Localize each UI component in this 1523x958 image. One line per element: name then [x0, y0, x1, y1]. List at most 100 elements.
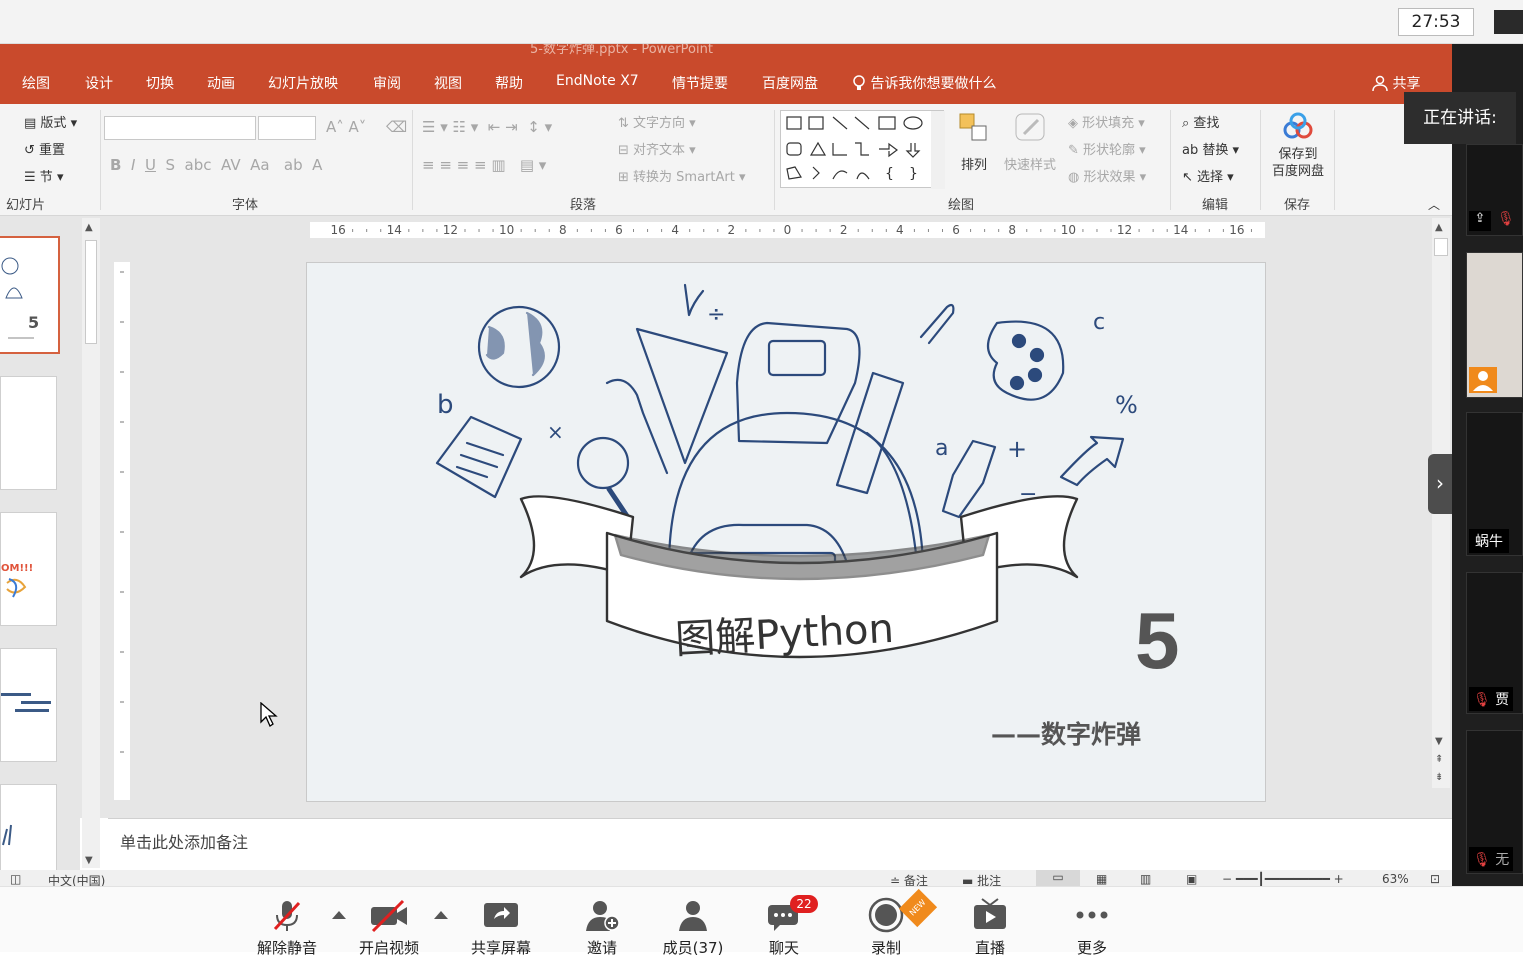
clear-format-icon[interactable]: ⌫ — [386, 118, 407, 136]
slide-thumbnail[interactable] — [0, 376, 57, 490]
tab-transitions[interactable]: 切换 — [146, 73, 174, 93]
smartart-button[interactable]: ⊞ 转换为 SmartArt ▾ — [618, 166, 746, 185]
slide-thumbnail[interactable] — [0, 784, 57, 874]
tab-draw[interactable]: 绘图 — [22, 73, 50, 93]
tell-me-box[interactable]: 告诉我你想要做什么 — [852, 73, 996, 93]
zoom-level[interactable]: 63% — [1382, 872, 1409, 886]
tab-baidu[interactable]: 百度网盘 — [762, 73, 818, 93]
share-label: 共享 — [1392, 76, 1421, 92]
tab-review[interactable]: 审阅 — [373, 73, 401, 93]
section-button[interactable]: ☰ 节 ▾ — [24, 166, 63, 185]
font-name-field[interactable] — [104, 116, 256, 140]
zoom-slider[interactable]: − ━━━┃━━━━━━━━━ + — [1222, 872, 1344, 886]
font-style-buttons[interactable]: B I U S abc AV Aa ab A — [110, 156, 322, 174]
font-size-buttons[interactable]: A˄ A˅ — [326, 118, 366, 136]
expand-gallery-button[interactable]: › — [1428, 454, 1452, 514]
svg-text:OM!!!: OM!!! — [1, 563, 33, 574]
participant-name: 🎙 无 — [1469, 847, 1514, 871]
sorter-view-icon[interactable]: ▦ — [1096, 872, 1107, 886]
save-to-baidu-button[interactable]: 保存到 百度网盘 — [1264, 112, 1332, 192]
share-screen-button[interactable]: 共享屏幕 — [466, 897, 536, 958]
reset-button[interactable]: ↺ 重置 — [24, 139, 65, 158]
save-to-label-1: 保存到 — [1278, 147, 1318, 162]
live-icon — [974, 898, 1006, 929]
ruler-label: 0 — [784, 223, 792, 237]
find-button[interactable]: ⌕ 查找 — [1182, 112, 1219, 131]
group-divider — [774, 110, 775, 210]
participant-tile[interactable]: ⇪ 🎙 — [1466, 144, 1523, 236]
slide-thumbnail[interactable] — [0, 648, 57, 762]
brush-icon — [605, 378, 669, 475]
tab-storyboard[interactable]: 情节提要 — [672, 73, 728, 93]
font-size-field[interactable] — [258, 116, 316, 140]
spellcheck-icon[interactable]: ◫ — [10, 872, 21, 886]
start-video-button[interactable]: 开启视频 — [354, 897, 424, 958]
thumbnail-preview — [2, 824, 12, 846]
tab-help[interactable]: 帮助 — [495, 73, 523, 93]
participant-tile[interactable]: 蜗牛 — [1466, 412, 1523, 556]
shapes-gallery[interactable]: {} — [780, 110, 945, 189]
invite-button[interactable]: 邀请 — [580, 897, 624, 958]
reading-view-icon[interactable]: ▥ — [1140, 872, 1151, 886]
chat-button[interactable]: 聊天 22 — [764, 895, 818, 958]
group-divider — [100, 110, 101, 210]
participant-tile[interactable]: 🎙 贾 — [1466, 572, 1523, 714]
meeting-top-bar — [0, 0, 1523, 44]
unmute-button[interactable]: 解除静音 — [252, 897, 322, 958]
collapse-ribbon-icon[interactable]: ︿ — [1428, 196, 1440, 213]
notes-pane[interactable]: 单击此处添加备注 — [108, 818, 1452, 870]
ruler-label: 16 — [330, 223, 345, 237]
unmute-label: 解除静音 — [256, 939, 317, 957]
audio-options-caret[interactable] — [332, 911, 346, 919]
align-text-button[interactable]: ⊟ 对齐文本 ▾ — [618, 139, 696, 158]
quick-styles-button[interactable]: 快速样式 — [1000, 112, 1060, 184]
slide-thumbnail-selected[interactable]: 5 — [0, 236, 60, 354]
shape-outline-button[interactable]: ✎ 形状轮廓 ▾ — [1068, 139, 1146, 158]
record-button[interactable]: 录制 NEW — [866, 888, 938, 958]
members-button[interactable]: 成员(37) — [660, 897, 726, 958]
tab-animations[interactable]: 动画 — [207, 73, 235, 93]
window-control-icon[interactable] — [1494, 10, 1523, 34]
tab-design[interactable]: 设计 — [85, 73, 113, 93]
share-button[interactable]: 共享 — [1372, 73, 1420, 93]
magnifier-icon — [576, 436, 630, 490]
slides-group-label: 幻灯片 — [6, 198, 46, 213]
live-button[interactable]: 直播 — [970, 897, 1010, 958]
thumbnail-scrollbar[interactable]: ▲ ▼ — [82, 218, 100, 868]
save-group-label: 保存 — [1284, 198, 1311, 213]
slide-thumbnail[interactable]: OM!!! — [0, 512, 57, 626]
replace-button[interactable]: ab 替换 ▾ — [1182, 139, 1239, 158]
find-label: 查找 — [1193, 116, 1220, 131]
arrange-button[interactable]: 排列 — [956, 112, 992, 184]
shape-effects-button[interactable]: ◍ 形状效果 ▾ — [1068, 166, 1146, 185]
ruler-ticks: 16 14 12 10 8 6 4 2 0 2 4 6 8 10 12 14 16 — [330, 223, 1281, 237]
slide-canvas[interactable]: b × a + − c % ÷ 图解Python 5 ——数字炸弹 — [306, 262, 1266, 802]
ruler-label: 14 — [387, 223, 402, 237]
text-direction-button[interactable]: ⇅ 文字方向 ▾ — [618, 112, 696, 131]
select-button[interactable]: ↖ 选择 ▾ — [1182, 166, 1234, 185]
participant-name-text: 贾 — [1495, 692, 1510, 708]
ribbon-tab-bar: 绘图 设计 切换 动画 幻灯片放映 审阅 视图 帮助 EndNote X7 情节… — [0, 60, 1452, 104]
drawing-group-label: 绘图 — [948, 198, 975, 213]
ruler-label: 16 — [1229, 223, 1244, 237]
paper-icon — [435, 415, 523, 499]
layout-button[interactable]: ▤ 版式 ▾ — [24, 112, 77, 131]
ppt-title-bar: 5-数字炸弹.pptx - PowerPoint — [0, 44, 1452, 60]
tab-slideshow[interactable]: 幻灯片放映 — [268, 73, 338, 93]
shape-fill-button[interactable]: ◈ 形状填充 ▾ — [1068, 112, 1145, 131]
tell-me-label: 告诉我你想要做什么 — [870, 76, 997, 92]
fit-window-icon[interactable]: ⊡ — [1430, 872, 1440, 886]
align-buttons[interactable]: ≡ ≡ ≡ ≡ ▥ ▤ ▾ — [422, 156, 546, 174]
chat-badge: 22 — [790, 895, 818, 913]
more-button[interactable]: 更多 — [1072, 897, 1112, 958]
participant-video-tile[interactable] — [1466, 252, 1523, 398]
ruler-label: 2 — [728, 223, 736, 237]
tab-endnote[interactable]: EndNote X7 — [556, 73, 639, 89]
video-options-caret[interactable] — [434, 911, 448, 919]
svg-text:}: } — [909, 166, 918, 182]
tab-view[interactable]: 视图 — [434, 73, 462, 93]
participant-tile[interactable]: 🎙 无 — [1466, 730, 1523, 874]
ruler-icon — [835, 371, 905, 495]
slideshow-view-icon[interactable]: ▣ — [1186, 872, 1197, 886]
list-buttons[interactable]: ☰ ▾ ☷ ▾ ⇤ ⇥ ↕ ▾ — [422, 118, 552, 136]
